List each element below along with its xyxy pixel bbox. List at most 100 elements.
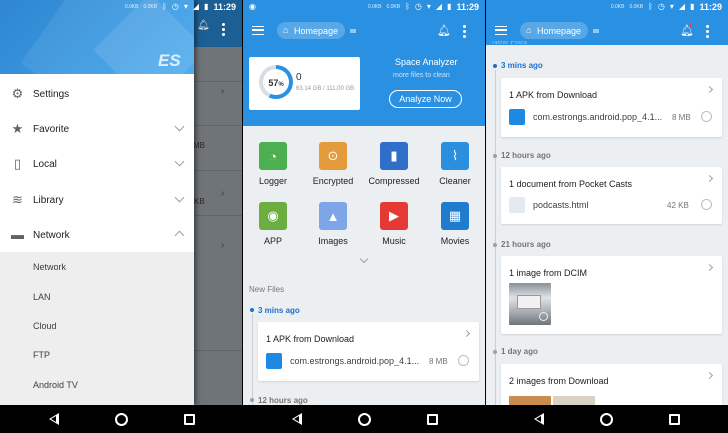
time-group-label: 3 mins ago xyxy=(258,306,300,315)
category-label: Music xyxy=(382,236,406,246)
status-bar: ◉ 0.0KB 0.0KB ᛒ ◷ ▾ ◢ ▮ 11:29 xyxy=(243,0,485,13)
es-app-icon xyxy=(266,353,282,369)
file-group-card[interactable]: 1 APK from Download com.estrongs.android… xyxy=(501,78,722,137)
drawer-item-local[interactable]: ▯ Local xyxy=(0,147,194,182)
select-radio[interactable] xyxy=(701,111,712,122)
bluetooth-icon: ᛒ xyxy=(405,1,410,11)
image-thumbnail[interactable] xyxy=(509,396,551,405)
drawer-item-library[interactable]: ≋ Library xyxy=(0,183,194,218)
menu-icon[interactable] xyxy=(252,26,264,35)
file-group-title: 1 APK from Download xyxy=(509,90,598,100)
category-cleaner[interactable]: ⌇ Cleaner xyxy=(425,142,485,198)
gear-icon: ⚙ xyxy=(11,86,24,101)
drawer-item-label: Library xyxy=(33,195,64,206)
file-size: 42 KB xyxy=(667,201,689,210)
clock: 11:29 xyxy=(699,1,722,12)
more-icon[interactable] xyxy=(706,25,709,38)
signal-icon: ◢ xyxy=(435,1,443,11)
wifi-icon: ▾ xyxy=(669,1,674,11)
category-label: Images xyxy=(318,236,348,246)
storage-card[interactable]: 57% 0 63.14 GB / 111.00 GB xyxy=(249,57,360,110)
router-icon: ▬ xyxy=(11,227,24,242)
file-group-card[interactable]: 1 APK from Download com.estrongs.android… xyxy=(258,322,479,381)
category-music[interactable]: ▶ Music xyxy=(364,202,424,258)
drawer-item-favorite[interactable]: ★ Favorite xyxy=(0,112,194,147)
menu-icon[interactable] xyxy=(495,26,507,35)
chevron-right-icon xyxy=(705,85,714,94)
submenu-item-network[interactable]: Network xyxy=(33,262,66,272)
category-movies[interactable]: ▦ Movies xyxy=(425,202,485,258)
drawer-item-label: Network xyxy=(33,230,70,241)
time-group-label: 3 mins ago xyxy=(501,61,543,70)
homepage-button[interactable]: ⌂ Homepage xyxy=(520,22,589,39)
new-files-title: New Files xyxy=(249,285,285,294)
bluetooth-icon: ᛒ xyxy=(162,1,167,11)
submenu-item-lan[interactable]: LAN xyxy=(33,292,51,302)
home-nav-icon[interactable] xyxy=(596,409,616,429)
file-group-card[interactable]: 2 images from Download xyxy=(501,364,722,405)
screen-homepage: ◉ 0.0KB 0.0KB ᛒ ◷ ▾ ◢ ▮ 11:29 ⌂ Homepage… xyxy=(243,0,485,405)
net-speed-down: 0.0KB xyxy=(143,3,158,10)
back-icon[interactable] xyxy=(287,409,307,429)
dimmed-chevron-icon: › xyxy=(221,240,225,251)
es-app-icon xyxy=(509,109,525,125)
submenu-item-cloud[interactable]: Cloud xyxy=(33,321,57,331)
dimmed-row xyxy=(193,170,242,215)
navigation-drawer: ES ⚙ Settings ★ Favorite ▯ Local ≋ Libra… xyxy=(0,0,194,405)
home-icon: ⌂ xyxy=(526,25,532,35)
dimmed-row xyxy=(193,350,242,395)
chat-notification-icon: ◉ xyxy=(249,2,256,11)
select-radio[interactable] xyxy=(701,199,712,210)
chevron-right-icon xyxy=(705,371,714,380)
analyze-now-button[interactable]: Analyze Now xyxy=(389,90,462,108)
chevron-down-icon xyxy=(174,156,185,167)
bell-icon: 🔔︎ xyxy=(197,20,210,31)
category-label: Compressed xyxy=(368,176,420,186)
dimmed-row: MB xyxy=(193,125,242,170)
category-label: Logger xyxy=(258,176,288,186)
bell-icon[interactable]: 🔔︎ xyxy=(437,24,451,37)
file-group-card[interactable]: 1 image from DCIM xyxy=(501,256,722,334)
drawer-item-network[interactable]: ▬ Network xyxy=(0,218,194,253)
recents-icon[interactable] xyxy=(179,409,199,429)
signal-icon: ◢ xyxy=(678,1,686,11)
category-label: APP xyxy=(263,236,282,246)
category-encrypted[interactable]: ⊙ Encrypted xyxy=(303,142,363,198)
path-indicator xyxy=(593,29,599,33)
more-icon[interactable] xyxy=(463,25,466,38)
phone-icon: ▯ xyxy=(13,156,22,171)
file-group-card[interactable]: 1 document from Pocket Casts podcasts.ht… xyxy=(501,167,722,224)
time-group-label: 12 hours ago xyxy=(501,151,551,160)
file-name: podcasts.html xyxy=(533,200,589,210)
home-nav-icon[interactable] xyxy=(354,409,374,429)
home-nav-icon[interactable] xyxy=(111,409,131,429)
category-compressed[interactable]: ▮ Compressed xyxy=(364,142,424,198)
toolbar: ⌂ Homepage 🔔︎ xyxy=(486,16,728,44)
chevron-down-icon xyxy=(174,121,185,132)
submenu-item-ftp[interactable]: FTP xyxy=(33,350,50,360)
drawer-item-settings[interactable]: ⚙ Settings xyxy=(0,77,194,112)
time-group-label: 12 hours ago xyxy=(258,396,308,405)
category-logger[interactable]: ◔ Logger xyxy=(243,142,303,198)
select-radio[interactable] xyxy=(458,355,469,366)
time-group-label: 21 hours ago xyxy=(501,240,551,249)
category-app[interactable]: ◉ APP xyxy=(243,202,303,258)
file-size: 8 MB xyxy=(672,113,691,122)
file-name: com.estrongs.android.pop_4.1... xyxy=(533,112,663,122)
back-icon[interactable] xyxy=(529,409,549,429)
image-thumbnail[interactable] xyxy=(553,396,595,405)
recents-icon[interactable] xyxy=(422,409,442,429)
image-thumbnail[interactable] xyxy=(509,283,551,325)
timeline-line xyxy=(495,70,496,405)
timeline-dot xyxy=(250,308,254,312)
dimmed-size-fragment: KB xyxy=(194,197,205,206)
category-images[interactable]: ▲ Images xyxy=(303,202,363,258)
file-group-title: 2 images from Download xyxy=(509,376,609,386)
new-files-title-fragment: New Files xyxy=(492,41,527,45)
dimmed-chevron-icon: › xyxy=(221,86,225,97)
recents-icon[interactable] xyxy=(664,409,684,429)
back-icon[interactable] xyxy=(44,409,64,429)
dimmed-chevron-icon: › xyxy=(221,188,225,199)
submenu-item-android-tv[interactable]: Android TV xyxy=(33,380,78,390)
homepage-button[interactable]: ⌂ Homepage xyxy=(277,22,346,39)
